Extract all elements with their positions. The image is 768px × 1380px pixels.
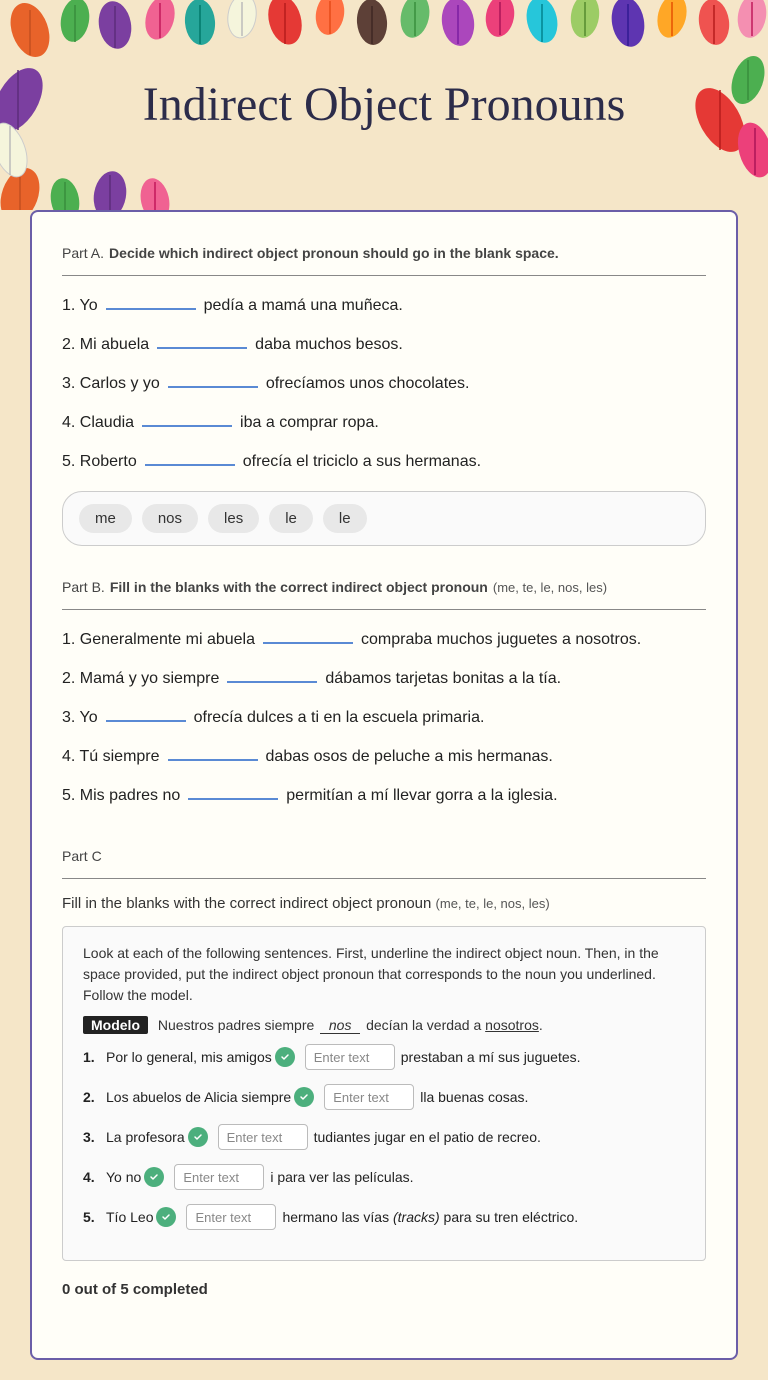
part-a-section: Part A. Decide which indirect object pro… bbox=[62, 242, 706, 546]
blank-b1[interactable] bbox=[263, 626, 353, 644]
part-c-instruction: Fill in the blanks with the correct indi… bbox=[62, 895, 706, 912]
part-c-box-instructions: Look at each of the following sentences.… bbox=[83, 943, 685, 1006]
check-icon-3 bbox=[188, 1127, 208, 1147]
word-chip-le1[interactable]: le bbox=[269, 504, 313, 533]
sentence-row: 2. Mi abuela daba muchos besos. bbox=[62, 331, 706, 354]
part-b-section: Part B. Fill in the blanks with the corr… bbox=[62, 576, 706, 805]
enter-text-5[interactable]: Enter text bbox=[186, 1204, 276, 1230]
blank-1[interactable] bbox=[106, 292, 196, 310]
check-icon-4 bbox=[144, 1167, 164, 1187]
part-c-title: Part C bbox=[62, 845, 706, 866]
blank-5[interactable] bbox=[145, 448, 235, 466]
part-c-sentence-4: 4. Yo no Enter text i para ver las pelíc… bbox=[83, 1164, 685, 1190]
main-content-card: Part A. Decide which indirect object pro… bbox=[30, 210, 738, 1360]
word-bank: me nos les le le bbox=[62, 491, 706, 546]
word-chip-les[interactable]: les bbox=[208, 504, 259, 533]
part-b-title: Part B. Fill in the blanks with the corr… bbox=[62, 576, 706, 597]
word-chip-nos[interactable]: nos bbox=[142, 504, 198, 533]
enter-text-3[interactable]: Enter text bbox=[218, 1124, 308, 1150]
part-c-sentence-2: 2. Los abuelos de Alicia siempre Enter t… bbox=[83, 1084, 685, 1110]
part-b-divider bbox=[62, 609, 706, 610]
sentence-row: 5. Mis padres no permitían a mí llevar g… bbox=[62, 782, 706, 805]
part-c-sentence-1: 1. Por lo general, mis amigos Enter text… bbox=[83, 1044, 685, 1070]
part-c-sentence-3: 3. La profesora Enter text tudiantes jug… bbox=[83, 1124, 685, 1150]
word-chip-me[interactable]: me bbox=[79, 504, 132, 533]
part-a-title: Part A. Decide which indirect object pro… bbox=[62, 242, 706, 263]
sentence-row: 3. Yo ofrecía dulces a ti en la escuela … bbox=[62, 704, 706, 727]
part-c-section: Part C Fill in the blanks with the corre… bbox=[62, 845, 706, 1298]
blank-b2[interactable] bbox=[227, 665, 317, 683]
part-a-divider bbox=[62, 275, 706, 276]
sentence-row: 5. Roberto ofrecía el triciclo a sus her… bbox=[62, 448, 706, 471]
sentence-row: 4. Claudia iba a comprar ropa. bbox=[62, 409, 706, 432]
check-icon-2 bbox=[294, 1087, 314, 1107]
page-title: Indirect Object Pronouns bbox=[123, 66, 646, 144]
sentence-row: 1. Yo pedía a mamá una muñeca. bbox=[62, 292, 706, 315]
blank-b5[interactable] bbox=[188, 782, 278, 800]
blank-2[interactable] bbox=[157, 331, 247, 349]
header-area: Indirect Object Pronouns bbox=[0, 0, 768, 210]
blank-4[interactable] bbox=[142, 409, 232, 427]
blank-3[interactable] bbox=[168, 370, 258, 388]
enter-text-1[interactable]: Enter text bbox=[305, 1044, 395, 1070]
progress-text: 0 out of 5 completed bbox=[62, 1281, 706, 1298]
sentence-row: 4. Tú siempre dabas osos de peluche a mi… bbox=[62, 743, 706, 766]
sentence-row: 2. Mamá y yo siempre dábamos tarjetas bo… bbox=[62, 665, 706, 688]
blank-b4[interactable] bbox=[168, 743, 258, 761]
sentence-row: 1. Generalmente mi abuela compraba mucho… bbox=[62, 626, 706, 649]
check-icon-5 bbox=[156, 1207, 176, 1227]
check-icon-1 bbox=[275, 1047, 295, 1067]
modelo-row: Modelo Nuestros padres siempre nos decía… bbox=[83, 1016, 685, 1034]
part-c-sentence-5: 5. Tío Leo Enter text hermano las vías (… bbox=[83, 1204, 685, 1230]
part-c-divider bbox=[62, 878, 706, 879]
part-c-box: Look at each of the following sentences.… bbox=[62, 926, 706, 1261]
enter-text-4[interactable]: Enter text bbox=[174, 1164, 264, 1190]
sentence-row: 3. Carlos y yo ofrecíamos unos chocolate… bbox=[62, 370, 706, 393]
blank-b3[interactable] bbox=[106, 704, 186, 722]
enter-text-2[interactable]: Enter text bbox=[324, 1084, 414, 1110]
word-chip-le2[interactable]: le bbox=[323, 504, 367, 533]
